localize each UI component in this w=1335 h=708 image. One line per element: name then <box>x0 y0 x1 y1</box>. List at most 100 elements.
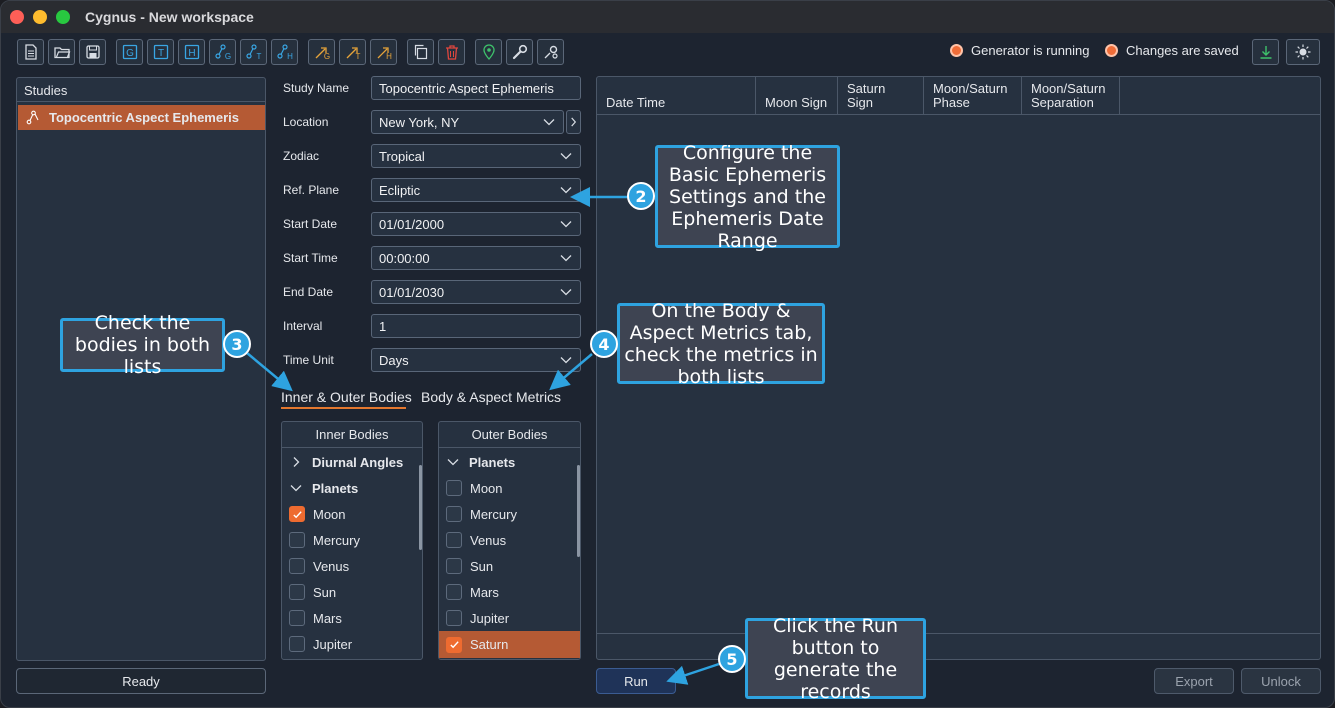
location-select[interactable]: New York, NY <box>371 110 564 134</box>
svg-text:T: T <box>256 52 261 61</box>
trash-icon <box>445 45 458 60</box>
checkbox-checked[interactable] <box>289 506 305 522</box>
checkbox[interactable] <box>446 558 462 574</box>
inner-item-venus[interactable]: Venus <box>282 553 422 579</box>
checkbox[interactable] <box>446 610 462 626</box>
study-item[interactable]: Topocentric Aspect Ephemeris <box>18 105 265 130</box>
column-saturn-sign[interactable]: Saturn Sign <box>838 77 924 115</box>
group-label: Diurnal Angles <box>312 454 404 470</box>
topocentric-chart-button[interactable]: T <box>147 39 174 65</box>
study-name-input[interactable]: Topocentric Aspect Ephemeris <box>371 76 581 100</box>
column-date-time[interactable]: Date Time <box>597 77 756 115</box>
status-bar: Ready <box>16 668 266 694</box>
location-button[interactable] <box>475 39 502 65</box>
end-date-label: End Date <box>283 285 334 299</box>
callout-3: Check the bodies in both lists <box>60 312 225 378</box>
settings-node-icon <box>544 45 558 59</box>
column-moon-saturn-phase[interactable]: Moon/Saturn Phase <box>924 77 1022 115</box>
ref-plane-value: Ecliptic <box>379 183 421 198</box>
item-label: Mars <box>470 584 499 600</box>
outer-item-sun[interactable]: Sun <box>439 553 580 579</box>
wrench-icon <box>512 44 527 60</box>
checkbox[interactable] <box>289 532 305 548</box>
aspect-h-button[interactable]: H <box>271 39 298 65</box>
column-moon-saturn-separation[interactable]: Moon/Saturn Separation <box>1022 77 1120 115</box>
open-button[interactable] <box>48 39 75 65</box>
start-time-select[interactable]: 00:00:00 <box>371 246 581 270</box>
tab-body-aspect-metrics[interactable]: Body & Aspect Metrics <box>421 389 561 405</box>
inner-scrollbar[interactable] <box>419 465 422 550</box>
inner-group-planets[interactable]: Planets <box>282 475 422 501</box>
ref-plane-select[interactable]: Ecliptic <box>371 178 581 202</box>
minimize-window-button[interactable] <box>33 10 47 24</box>
close-window-button[interactable] <box>10 10 24 24</box>
inner-item-moon[interactable]: Moon <box>282 501 422 527</box>
copy-button[interactable] <box>407 39 434 65</box>
outer-bodies-header: Outer Bodies <box>439 422 580 448</box>
interval-input[interactable]: 1 <box>371 314 581 338</box>
zodiac-value: Tropical <box>379 149 425 164</box>
checkbox[interactable] <box>446 584 462 600</box>
outer-item-moon[interactable]: Moon <box>439 475 580 501</box>
export-button[interactable]: Export <box>1154 668 1234 694</box>
outer-group-planets[interactable]: Planets <box>439 449 580 475</box>
checkmark-icon <box>449 641 459 649</box>
end-date-value: 01/01/2030 <box>379 285 445 300</box>
outer-item-jupiter[interactable]: Jupiter <box>439 605 580 631</box>
column-label: Date Time <box>606 95 666 110</box>
delete-button[interactable] <box>438 39 465 65</box>
start-date-select[interactable]: 01/01/2000 <box>371 212 581 236</box>
inner-item-jupiter[interactable]: Jupiter <box>282 631 422 657</box>
column-label: Phase <box>933 95 970 110</box>
aspect-t-button[interactable]: T <box>240 39 267 65</box>
node-settings-button[interactable] <box>537 39 564 65</box>
outer-scrollbar[interactable] <box>577 465 580 557</box>
outer-item-mercury[interactable]: Mercury <box>439 501 580 527</box>
checkbox[interactable] <box>289 584 305 600</box>
interval-label: Interval <box>283 319 323 333</box>
zodiac-select[interactable]: Tropical <box>371 144 581 168</box>
outer-item-mars[interactable]: Mars <box>439 579 580 605</box>
checkbox-checked[interactable] <box>446 636 462 653</box>
new-document-button[interactable] <box>17 39 44 65</box>
outer-item-saturn[interactable]: Saturn <box>439 631 580 658</box>
copy-icon <box>414 44 427 60</box>
checkbox[interactable] <box>446 506 462 522</box>
inner-item-sun[interactable]: Sun <box>282 579 422 605</box>
checkbox[interactable] <box>289 610 305 626</box>
checkbox[interactable] <box>289 636 305 652</box>
location-more-button[interactable] <box>566 110 581 134</box>
checkbox[interactable] <box>446 480 462 496</box>
column-moon-sign[interactable]: Moon Sign <box>756 77 838 115</box>
transit-t-icon: T <box>346 47 360 61</box>
heliocentric-chart-button[interactable]: H <box>178 39 205 65</box>
inner-item-mercury[interactable]: Mercury <box>282 527 422 553</box>
aspect-g-button[interactable]: G <box>209 39 236 65</box>
transit-h-button[interactable]: H <box>370 39 397 65</box>
transit-t-button[interactable]: T <box>339 39 366 65</box>
zoom-window-button[interactable] <box>56 10 70 24</box>
unlock-button[interactable]: Unlock <box>1241 668 1321 694</box>
geocentric-chart-button[interactable]: G <box>116 39 143 65</box>
t-box-icon: T <box>153 44 168 60</box>
time-unit-select[interactable]: Days <box>371 348 581 372</box>
chevron-right-icon <box>293 457 300 467</box>
end-date-select[interactable]: 01/01/2030 <box>371 280 581 304</box>
callout-2-badge: 2 <box>627 182 655 210</box>
download-button[interactable] <box>1252 39 1279 65</box>
location-pin-icon <box>482 44 495 60</box>
checkbox[interactable] <box>289 558 305 574</box>
checkbox[interactable] <box>446 532 462 548</box>
theme-toggle-button[interactable] <box>1286 39 1320 65</box>
save-button[interactable] <box>79 39 106 65</box>
svg-text:G: G <box>126 48 134 59</box>
aspect-t-icon: T <box>245 44 261 61</box>
item-label: Sun <box>470 558 494 574</box>
inner-group-diurnal-angles[interactable]: Diurnal Angles <box>282 449 422 475</box>
tools-button[interactable] <box>506 39 533 65</box>
transit-g-button[interactable]: G <box>308 39 335 65</box>
inner-item-mars[interactable]: Mars <box>282 605 422 631</box>
tab-inner-outer-bodies[interactable]: Inner & Outer Bodies <box>281 389 412 405</box>
run-button[interactable]: Run <box>596 668 676 694</box>
outer-item-venus[interactable]: Venus <box>439 527 580 553</box>
